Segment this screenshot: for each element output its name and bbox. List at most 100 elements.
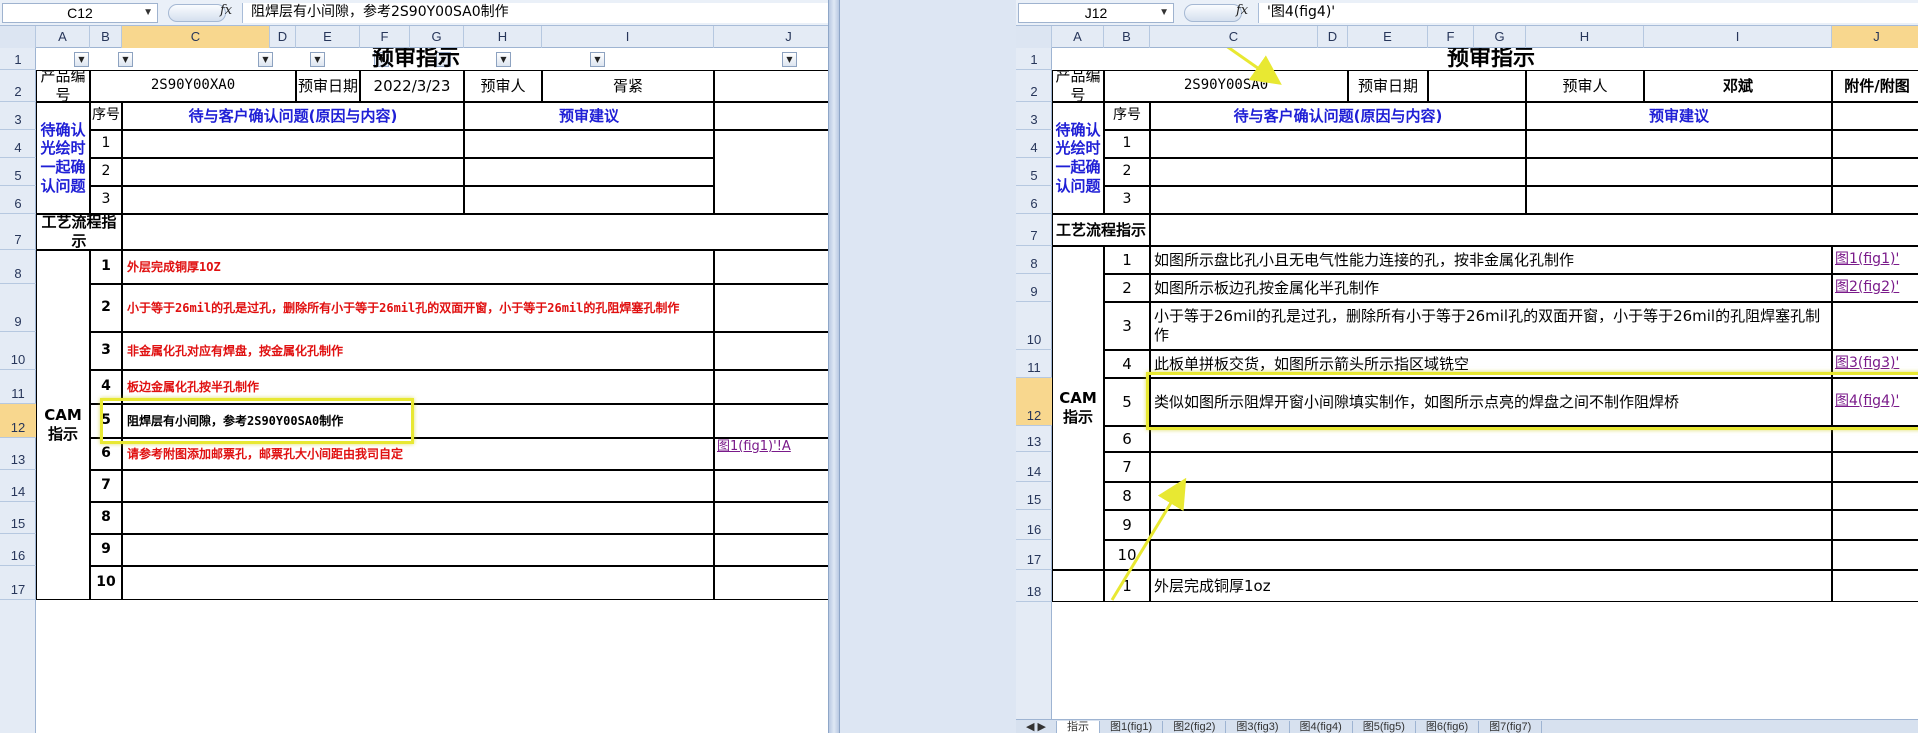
- column-header-g[interactable]: G: [1474, 26, 1526, 48]
- cam-item-text[interactable]: 如图所示板边孔按金属化半孔制作: [1150, 274, 1832, 302]
- filter-dropdown-icon[interactable]: ▼: [310, 52, 325, 67]
- confirm-suggest-cell[interactable]: [1526, 130, 1832, 158]
- right-formula-input[interactable]: '图4(fig4)': [1258, 3, 1918, 23]
- left-formula-input[interactable]: 阻焊层有小间隙，参考2S90Y00SA0制作: [242, 3, 828, 23]
- attachment-link[interactable]: [714, 332, 828, 370]
- attachment-link[interactable]: 图2(fig2)': [1832, 274, 1918, 302]
- column-header-i[interactable]: I: [1644, 26, 1832, 48]
- column-header-f[interactable]: F: [360, 26, 410, 48]
- sheet-tab[interactable]: 指示: [1056, 721, 1100, 733]
- cam-item-text[interactable]: 类似如图所示阻焊开窗小间隙填实制作，如图所示点亮的焊盘之间不制作阻焊桥: [1150, 378, 1832, 426]
- row-header-12[interactable]: 12: [1016, 378, 1052, 426]
- attachment-link[interactable]: 图4(fig4)': [1832, 378, 1918, 426]
- row-header-5[interactable]: 5: [0, 158, 36, 186]
- sheet-tab[interactable]: 图7(fig7): [1479, 721, 1543, 733]
- filter-dropdown-icon[interactable]: ▼: [258, 52, 273, 67]
- column-header-g[interactable]: G: [410, 26, 464, 48]
- cam-item-text[interactable]: [1150, 540, 1832, 570]
- filter-dropdown-icon[interactable]: ▼: [118, 52, 133, 67]
- cam-item-text[interactable]: 请参考附图添加邮票孔，邮票孔大小间距由我司自定: [122, 438, 714, 470]
- extra-row-text[interactable]: 外层完成铜厚1oz: [1150, 570, 1832, 602]
- row-header-4[interactable]: 4: [1016, 130, 1052, 158]
- attachment-link[interactable]: 图1(fig1)'!A: [714, 438, 828, 470]
- sheet-nav-arrows[interactable]: ◀ ▶: [1016, 721, 1057, 733]
- row-header-11[interactable]: 11: [1016, 350, 1052, 378]
- row-header-2[interactable]: 2: [1016, 70, 1052, 102]
- cam-item-text[interactable]: 阻焊层有小间隙，参考2S90Y00SA0制作: [122, 404, 714, 438]
- column-header-i[interactable]: I: [542, 26, 714, 48]
- process-cell[interactable]: [1150, 214, 1918, 246]
- confirm-suggest-cell[interactable]: [1526, 158, 1832, 186]
- column-header-d[interactable]: D: [1318, 26, 1348, 48]
- column-header-b[interactable]: B: [1104, 26, 1150, 48]
- row-header-14[interactable]: 14: [1016, 452, 1052, 482]
- cam-item-text[interactable]: 此板单拼板交货，如图所示箭头所示指区域铣空: [1150, 350, 1832, 378]
- sheet-tab[interactable]: 图1(fig1): [1100, 721, 1164, 733]
- column-header-h[interactable]: H: [464, 26, 542, 48]
- cam-item-text[interactable]: 非金属化孔对应有焊盘，按金属化孔制作: [122, 332, 714, 370]
- left-name-box[interactable]: C12 ▼: [2, 3, 158, 23]
- attachment-link[interactable]: [714, 250, 828, 284]
- column-header-a[interactable]: A: [1052, 26, 1104, 48]
- row-header-18[interactable]: 18: [1016, 570, 1052, 602]
- sheet-tab[interactable]: 图3(fig3): [1226, 721, 1290, 733]
- confirm-issue-cell[interactable]: [122, 158, 464, 186]
- confirm-issue-cell[interactable]: [1150, 130, 1526, 158]
- formula-controls[interactable]: [168, 4, 226, 22]
- cam-item-text[interactable]: 如图所示盘比孔小且无电气性能力连接的孔，按非金属化孔制作: [1150, 246, 1832, 274]
- attachment-link[interactable]: [714, 284, 828, 332]
- process-cell[interactable]: [122, 214, 828, 250]
- attachment-link[interactable]: [1832, 540, 1918, 570]
- row-header-1[interactable]: 1: [1016, 48, 1052, 70]
- row-header-3[interactable]: 3: [0, 102, 36, 130]
- formula-controls[interactable]: [1184, 4, 1242, 22]
- column-header-a[interactable]: A: [36, 26, 90, 48]
- sheet-tab[interactable]: 图5(fig5): [1353, 721, 1416, 733]
- row-header-15[interactable]: 15: [0, 502, 36, 534]
- confirm-issue-cell[interactable]: [1150, 158, 1526, 186]
- attachment-link[interactable]: [714, 404, 828, 438]
- row-header-4[interactable]: 4: [0, 130, 36, 158]
- filter-dropdown-icon[interactable]: ▼: [590, 52, 605, 67]
- sheet-tab[interactable]: 图4(fig4): [1290, 721, 1353, 733]
- column-header-d[interactable]: D: [270, 26, 296, 48]
- row-header-15[interactable]: 15: [1016, 482, 1052, 510]
- row-header-5[interactable]: 5: [1016, 158, 1052, 186]
- column-header-j[interactable]: J: [714, 26, 828, 48]
- column-header-b[interactable]: B: [90, 26, 122, 48]
- attachment-link[interactable]: [714, 370, 828, 404]
- row-header-9[interactable]: 9: [1016, 274, 1052, 302]
- row-header-16[interactable]: 16: [1016, 510, 1052, 540]
- sheet-tab[interactable]: 图6(fig6): [1416, 721, 1480, 733]
- window-splitter[interactable]: [828, 0, 840, 733]
- dropdown-arrow-icon[interactable]: ▼: [1159, 4, 1169, 22]
- row-header-17[interactable]: 17: [0, 566, 36, 600]
- cam-item-text[interactable]: 外层完成铜厚1OZ: [122, 250, 714, 284]
- row-header-11[interactable]: 11: [0, 370, 36, 404]
- column-header-f[interactable]: F: [1428, 26, 1474, 48]
- confirm-suggest-cell[interactable]: [464, 130, 714, 158]
- cam-item-text[interactable]: 板边金属化孔按半孔制作: [122, 370, 714, 404]
- column-header-c[interactable]: C: [1150, 26, 1318, 48]
- row-header-8[interactable]: 8: [1016, 246, 1052, 274]
- row-header-16[interactable]: 16: [0, 534, 36, 566]
- row-header-10[interactable]: 10: [0, 332, 36, 370]
- fx-icon[interactable]: fx: [220, 3, 232, 18]
- attachment-link[interactable]: [1832, 452, 1918, 482]
- filter-dropdown-icon[interactable]: ▼: [782, 52, 797, 67]
- row-header-3[interactable]: 3: [1016, 102, 1052, 130]
- row-header-13[interactable]: 13: [0, 438, 36, 470]
- column-header-c[interactable]: C: [122, 26, 270, 48]
- cam-item-text[interactable]: [122, 502, 714, 534]
- cam-item-text[interactable]: [122, 534, 714, 566]
- row-header-7[interactable]: 7: [0, 214, 36, 250]
- cam-item-text[interactable]: [1150, 452, 1832, 482]
- confirm-issue-cell[interactable]: [122, 130, 464, 158]
- select-all-corner[interactable]: [0, 26, 36, 48]
- attachment-link[interactable]: [1832, 302, 1918, 350]
- row-header-7[interactable]: 7: [1016, 214, 1052, 246]
- cam-item-text[interactable]: 小于等于26mil的孔是过孔，删除所有小于等于26mil孔的双面开窗，小于等于2…: [1150, 302, 1832, 350]
- filter-dropdown-icon[interactable]: ▼: [496, 52, 511, 67]
- row-header-6[interactable]: 6: [0, 186, 36, 214]
- attachment-link[interactable]: [1832, 510, 1918, 540]
